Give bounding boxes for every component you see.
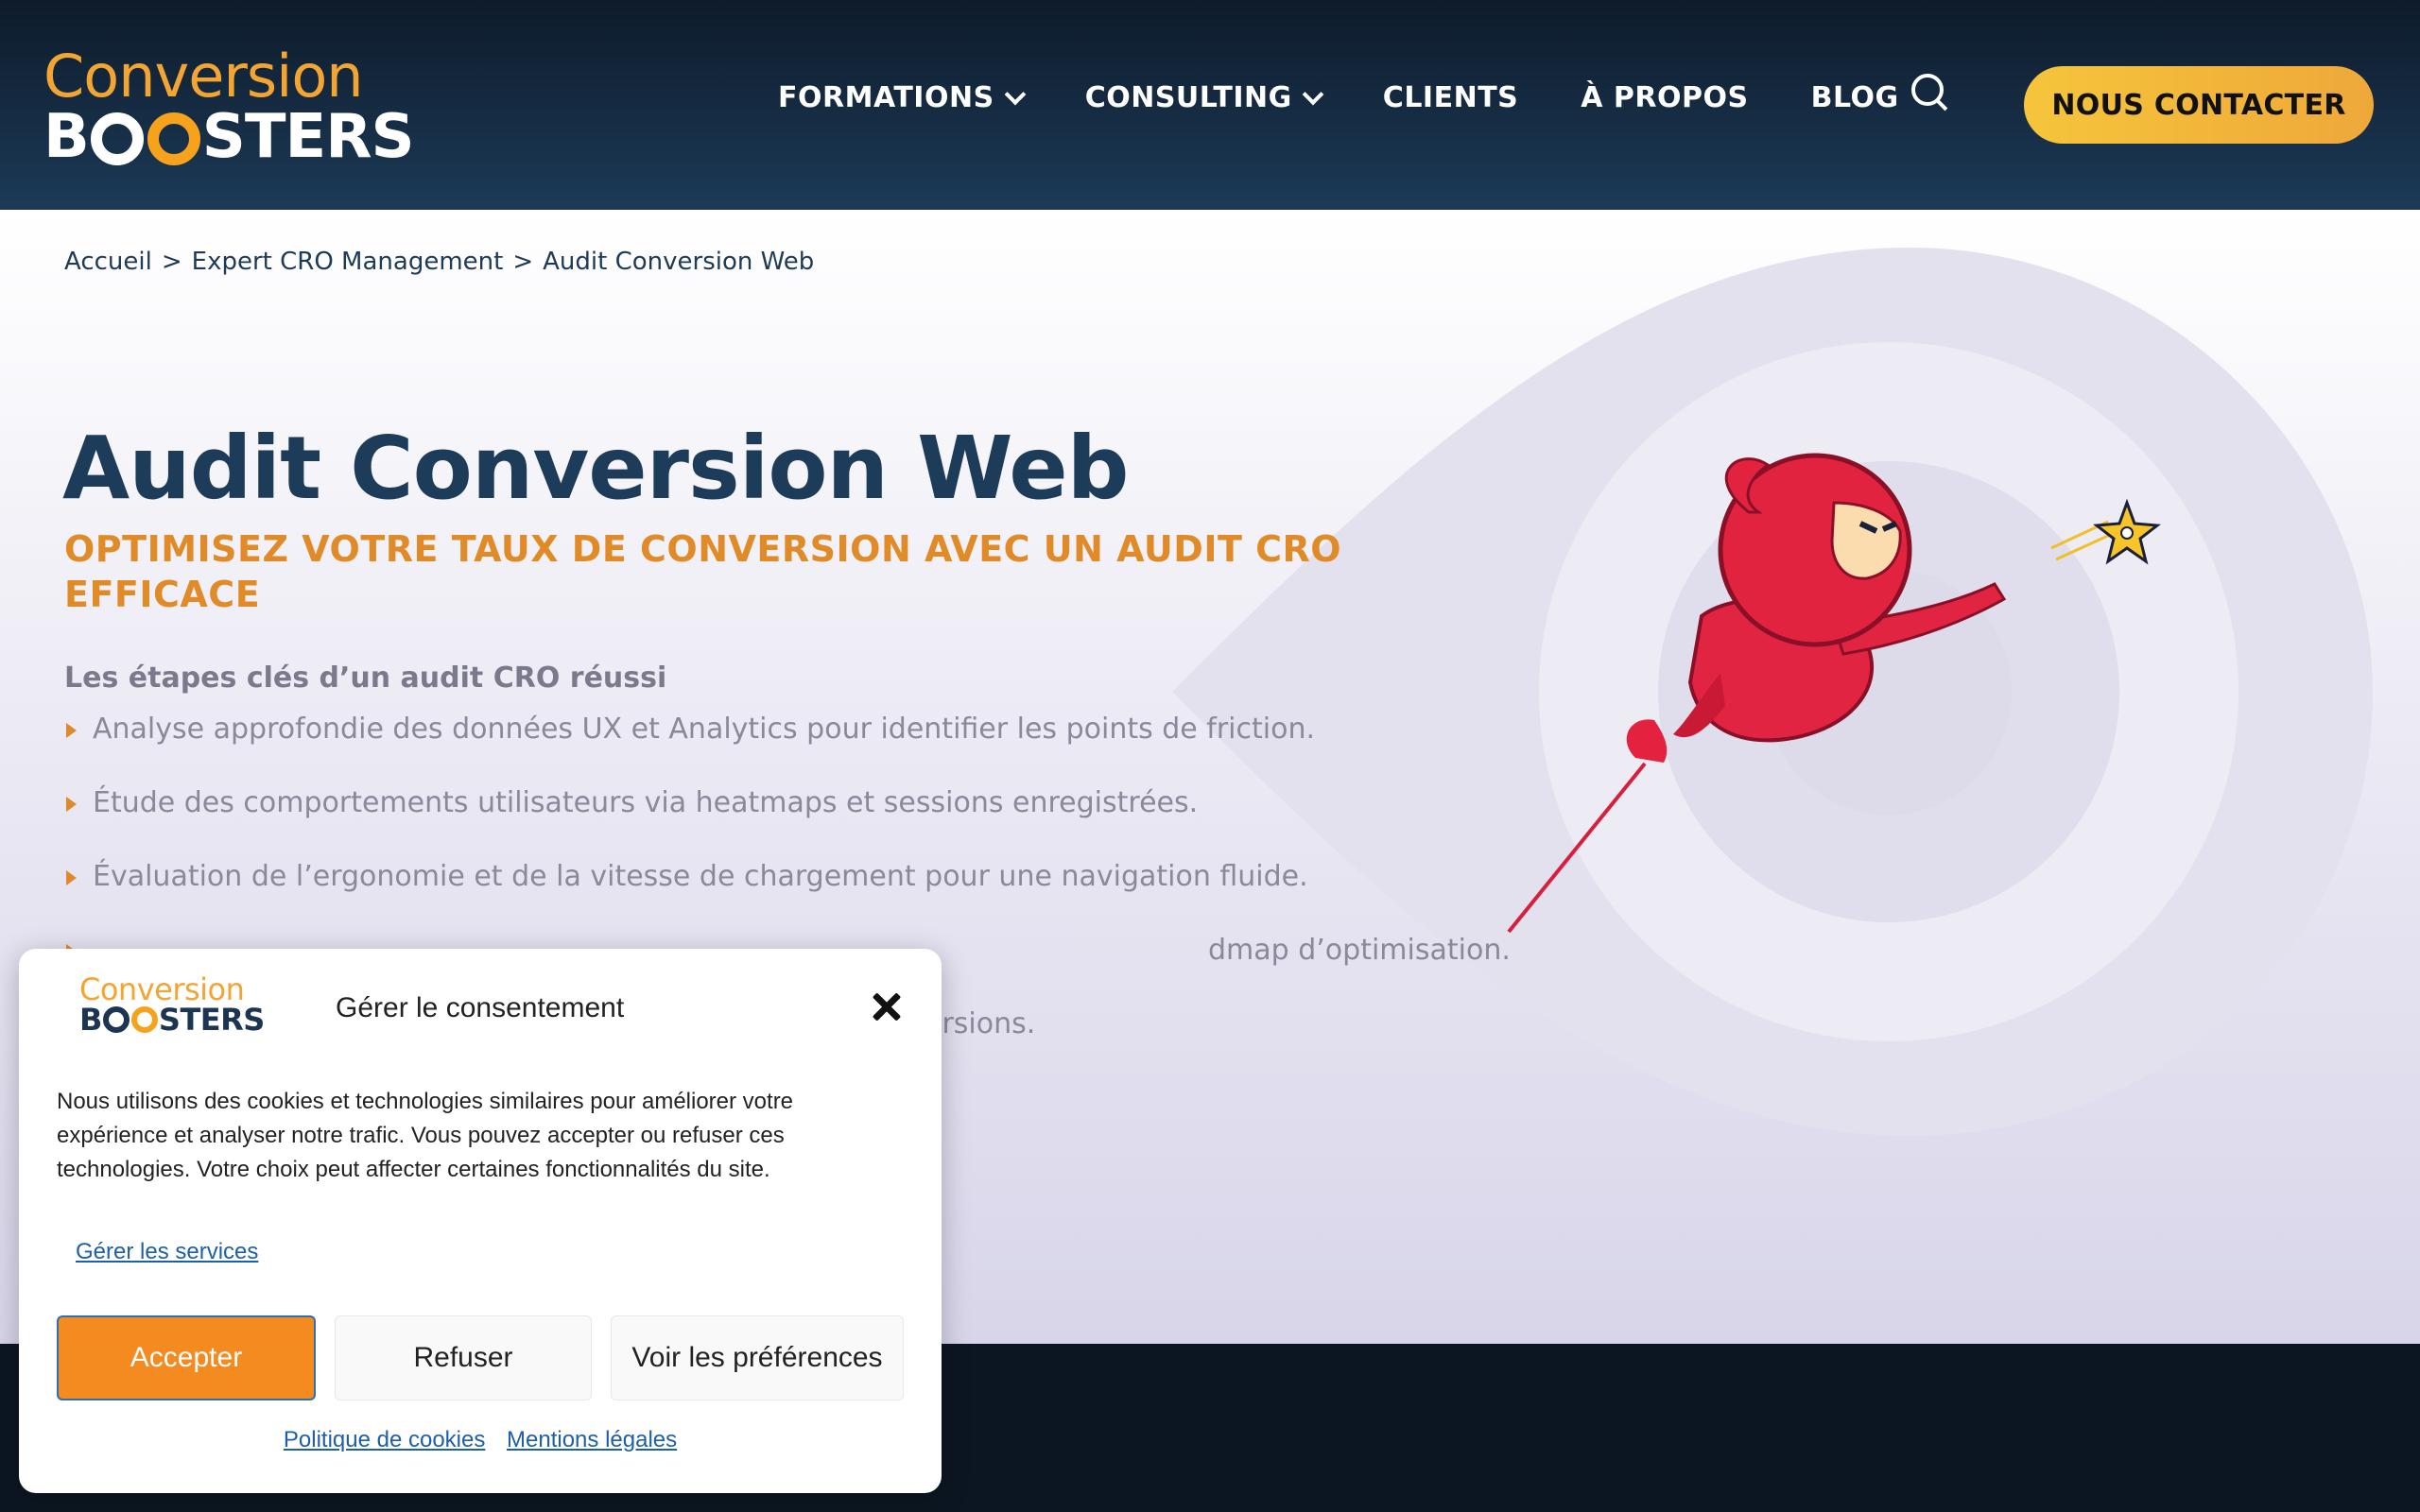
- logo-text-bottom: B STERS: [79, 1002, 265, 1038]
- site-logo[interactable]: Conversion B STERS: [43, 42, 415, 172]
- breadcrumb-link-expert-cro[interactable]: Expert CRO Management: [192, 248, 504, 276]
- nav-label: CLIENTS: [1382, 81, 1519, 114]
- page-subtitle: OPTIMISEZ VOTRE TAUX DE CONVERSION AVEC …: [64, 528, 1342, 615]
- logo-letters-sters: STERS: [201, 102, 415, 172]
- list-item: Étude des comportements utilisateurs via…: [64, 784, 1511, 858]
- list-item: Évaluation de l’ergonomie et de la vites…: [64, 858, 1511, 932]
- modal-footer-links: Politique de cookies Mentions légales: [19, 1427, 942, 1453]
- nav-label: À PROPOS: [1581, 81, 1749, 114]
- breadcrumb-current: Audit Conversion Web: [543, 248, 815, 276]
- search-icon[interactable]: [1910, 72, 1947, 113]
- main-nav: FORMATIONS CONSULTING CLIENTS À PROPOS B…: [778, 81, 1962, 114]
- nav-item-blog[interactable]: BLOG: [1811, 81, 1899, 114]
- steps-heading: Les étapes clés d’un audit CRO réussi: [64, 662, 667, 695]
- star-center: [2120, 526, 2134, 540]
- modal-title: Gérer le consentement: [336, 992, 625, 1023]
- logo-letters-sters: STERS: [158, 1002, 265, 1038]
- contact-button[interactable]: NOUS CONTACTER: [2024, 66, 2374, 144]
- cookie-policy-link[interactable]: Politique de cookies: [284, 1427, 485, 1452]
- modal-description: Nous utilisons des cookies et technologi…: [57, 1089, 794, 1182]
- accept-button[interactable]: Accepter: [57, 1315, 316, 1400]
- nav-item-consulting[interactable]: CONSULTING: [1084, 81, 1324, 114]
- list-item: Analyse approfondie des données UX et An…: [64, 711, 1511, 784]
- site-header: Conversion B STERS FORMATIONS CONSULTING…: [0, 0, 2420, 210]
- legal-notice-link[interactable]: Mentions légales: [507, 1427, 677, 1452]
- logo-ring-white-icon: [90, 112, 144, 165]
- logo-text-top: Conversion: [43, 42, 364, 111]
- nav-item-formations[interactable]: FORMATIONS: [778, 81, 1027, 114]
- breadcrumb-separator: >: [161, 248, 182, 276]
- nav-label: FORMATIONS: [778, 81, 994, 114]
- nav-item-a-propos[interactable]: À PROPOS: [1581, 81, 1748, 114]
- logo-text-bottom: B STERS: [43, 102, 415, 172]
- breadcrumb-separator: >: [512, 248, 534, 276]
- preferences-button[interactable]: Voir les préférences: [611, 1315, 904, 1400]
- nav-label: BLOG: [1810, 81, 1899, 114]
- refuse-button[interactable]: Refuser: [335, 1315, 592, 1400]
- nav-label: CONSULTING: [1084, 81, 1292, 114]
- page-title: Audit Conversion Web: [62, 418, 1130, 519]
- modal-logo: Conversion B STERS: [79, 971, 265, 1038]
- manage-services-link[interactable]: Gérer les services: [76, 1239, 258, 1265]
- logo-ring-orange-icon: [130, 1006, 158, 1033]
- logo-letter-b: B: [43, 102, 90, 172]
- breadcrumb: Accueil > Expert CRO Management > Audit Conv…: [64, 248, 814, 276]
- chevron-down-icon: [1004, 83, 1027, 105]
- logo-letter-b: B: [79, 1002, 102, 1038]
- logo-ring-orange-icon: [147, 112, 200, 165]
- breadcrumb-link-accueil[interactable]: Accueil: [64, 248, 152, 276]
- logo-ring-navy-icon: [102, 1006, 130, 1033]
- chevron-down-icon: [1302, 83, 1324, 105]
- nav-item-clients[interactable]: CLIENTS: [1383, 81, 1518, 114]
- cookie-consent-dialog: Conversion B STERS Gérer le consentement…: [19, 949, 942, 1493]
- close-icon[interactable]: [868, 988, 906, 1026]
